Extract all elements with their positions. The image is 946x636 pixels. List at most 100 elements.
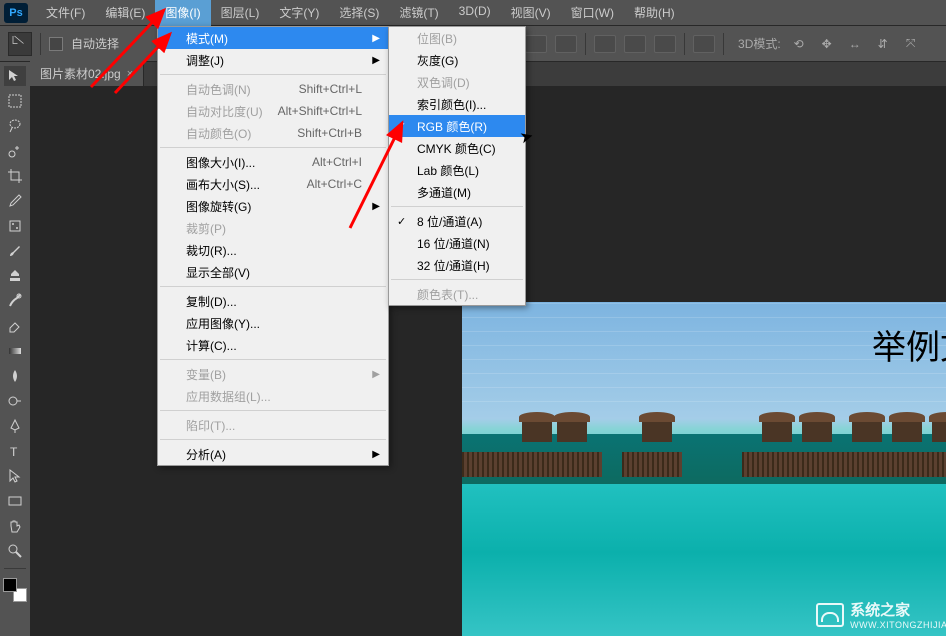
- menu-窗口[interactable]: 窗口(W): [561, 0, 624, 26]
- menu-item-label: 图像旋转(G): [186, 198, 251, 215]
- align-button[interactable]: [525, 35, 547, 53]
- menu-3D[interactable]: 3D(D): [449, 0, 501, 26]
- menu-item[interactable]: ✓8 位/通道(A): [389, 210, 525, 232]
- tool-preset-icon[interactable]: [8, 32, 32, 56]
- align-button[interactable]: [555, 35, 577, 53]
- tools-panel: T: [0, 62, 30, 602]
- menu-item[interactable]: 16 位/通道(N): [389, 232, 525, 254]
- zoom-tool[interactable]: [4, 541, 26, 561]
- menu-item-label: 陷印(T)...: [186, 417, 235, 434]
- quick-select-tool[interactable]: [4, 141, 26, 161]
- menu-文字[interactable]: 文字(Y): [269, 0, 329, 26]
- move-tool[interactable]: [4, 66, 26, 86]
- menu-图像[interactable]: 图像(I): [155, 0, 210, 26]
- close-tab-icon[interactable]: ×: [127, 68, 133, 80]
- menu-item[interactable]: 多通道(M): [389, 181, 525, 203]
- shortcut-label: Shift+Ctrl+L: [299, 82, 362, 96]
- type-tool[interactable]: T: [4, 441, 26, 461]
- menu-文件[interactable]: 文件(F): [36, 0, 95, 26]
- separator: [723, 33, 724, 55]
- document-image[interactable]: 举例文 系统之家 WWW.XITONGZHIJIA.NET: [462, 302, 946, 636]
- menu-separator: [160, 147, 386, 148]
- menu-item[interactable]: 计算(C)...: [158, 334, 388, 356]
- shortcut-label: Alt+Ctrl+C: [307, 177, 362, 191]
- menu-separator: [160, 74, 386, 75]
- menu-item[interactable]: 32 位/通道(H): [389, 254, 525, 276]
- slide-3d-icon[interactable]: ⇵: [873, 35, 893, 53]
- pan-3d-icon[interactable]: ✥: [817, 35, 837, 53]
- menu-item-label: 分析(A): [186, 446, 226, 463]
- menu-item[interactable]: 分析(A) ▶: [158, 443, 388, 465]
- menu-item: 自动颜色(O)Shift+Ctrl+B: [158, 122, 388, 144]
- pen-tool[interactable]: [4, 416, 26, 436]
- svg-text:T: T: [10, 445, 18, 459]
- blur-tool[interactable]: [4, 366, 26, 386]
- menu-item-label: 32 位/通道(H): [417, 257, 490, 274]
- menu-item-label: 自动色调(N): [186, 81, 251, 98]
- distribute-button[interactable]: [654, 35, 676, 53]
- rectangle-tool[interactable]: [4, 491, 26, 511]
- separator: [585, 33, 586, 55]
- menu-item: 位图(B): [389, 27, 525, 49]
- distribute-button[interactable]: [693, 35, 715, 53]
- menu-item-label: 图像大小(I)...: [186, 154, 255, 171]
- watermark: 系统之家 WWW.XITONGZHIJIA.NET: [816, 599, 946, 630]
- shortcut-label: Shift+Ctrl+B: [297, 126, 362, 140]
- image-menu-dropdown: 模式(M)▶调整(J)▶自动色调(N)Shift+Ctrl+L自动对比度(U)A…: [157, 26, 389, 466]
- menu-separator: [160, 439, 386, 440]
- menu-item[interactable]: 索引颜色(I)...: [389, 93, 525, 115]
- menu-选择[interactable]: 选择(S): [329, 0, 389, 26]
- gradient-tool[interactable]: [4, 341, 26, 361]
- dodge-tool[interactable]: [4, 391, 26, 411]
- menu-视图[interactable]: 视图(V): [501, 0, 561, 26]
- distribute-button[interactable]: [594, 35, 616, 53]
- menu-item-label: 应用数据组(L)...: [186, 388, 271, 405]
- menu-item[interactable]: Lab 颜色(L): [389, 159, 525, 181]
- app-logo: Ps: [4, 3, 28, 23]
- history-brush-tool[interactable]: [4, 291, 26, 311]
- menu-item: 双色调(D): [389, 71, 525, 93]
- submenu-arrow-icon: ▶: [372, 449, 380, 460]
- menu-item[interactable]: CMYK 颜色(C): [389, 137, 525, 159]
- brush-tool[interactable]: [4, 241, 26, 261]
- foreground-background-colors[interactable]: [3, 578, 27, 602]
- eyedropper-tool[interactable]: [4, 191, 26, 211]
- menu-item[interactable]: 图像大小(I)...Alt+Ctrl+I: [158, 151, 388, 173]
- clone-stamp-tool[interactable]: [4, 266, 26, 286]
- menu-item[interactable]: 裁切(R)...: [158, 239, 388, 261]
- menu-滤镜[interactable]: 滤镜(T): [389, 0, 448, 26]
- menu-item[interactable]: ✓RGB 颜色(R): [389, 115, 525, 137]
- foreground-color[interactable]: [3, 578, 17, 592]
- menu-item[interactable]: 调整(J)▶: [158, 49, 388, 71]
- menu-item[interactable]: 应用图像(Y)...: [158, 312, 388, 334]
- hand-tool[interactable]: [4, 516, 26, 536]
- menu-item[interactable]: 模式(M)▶: [158, 27, 388, 49]
- move-3d-icon[interactable]: ↔: [845, 35, 865, 53]
- menu-item[interactable]: 复制(D)...: [158, 290, 388, 312]
- auto-select-checkbox[interactable]: [49, 37, 63, 51]
- menu-item-label: 16 位/通道(N): [417, 235, 490, 252]
- path-select-tool[interactable]: [4, 466, 26, 486]
- healing-brush-tool[interactable]: [4, 216, 26, 236]
- menu-item-label: 双色调(D): [417, 74, 470, 91]
- orbit-3d-icon[interactable]: ⟲: [789, 35, 809, 53]
- distribute-button[interactable]: [624, 35, 646, 53]
- eraser-tool[interactable]: [4, 316, 26, 336]
- lasso-tool[interactable]: [4, 116, 26, 136]
- marquee-tool[interactable]: [4, 91, 26, 111]
- menu-item[interactable]: 显示全部(V): [158, 261, 388, 283]
- menu-帮助[interactable]: 帮助(H): [624, 0, 685, 26]
- crop-tool[interactable]: [4, 166, 26, 186]
- check-icon: ✓: [397, 215, 406, 228]
- scale-3d-icon[interactable]: ⤧: [901, 35, 921, 53]
- menu-编辑[interactable]: 编辑(E): [95, 0, 155, 26]
- mode-submenu: 位图(B)灰度(G) 双色调(D) 索引颜色(I)...✓RGB 颜色(R)CMYK…: [388, 26, 526, 306]
- menu-item[interactable]: 图像旋转(G)▶: [158, 195, 388, 217]
- document-tab[interactable]: 图片素材02.jpg ×: [30, 61, 144, 86]
- menu-图层[interactable]: 图层(L): [211, 0, 270, 26]
- menu-item-label: 变量(B): [186, 366, 226, 383]
- menu-item-label: Lab 颜色(L): [417, 162, 479, 179]
- menu-item: 颜色表(T)...: [389, 283, 525, 305]
- menu-item[interactable]: 灰度(G): [389, 49, 525, 71]
- menu-item[interactable]: 画布大小(S)...Alt+Ctrl+C: [158, 173, 388, 195]
